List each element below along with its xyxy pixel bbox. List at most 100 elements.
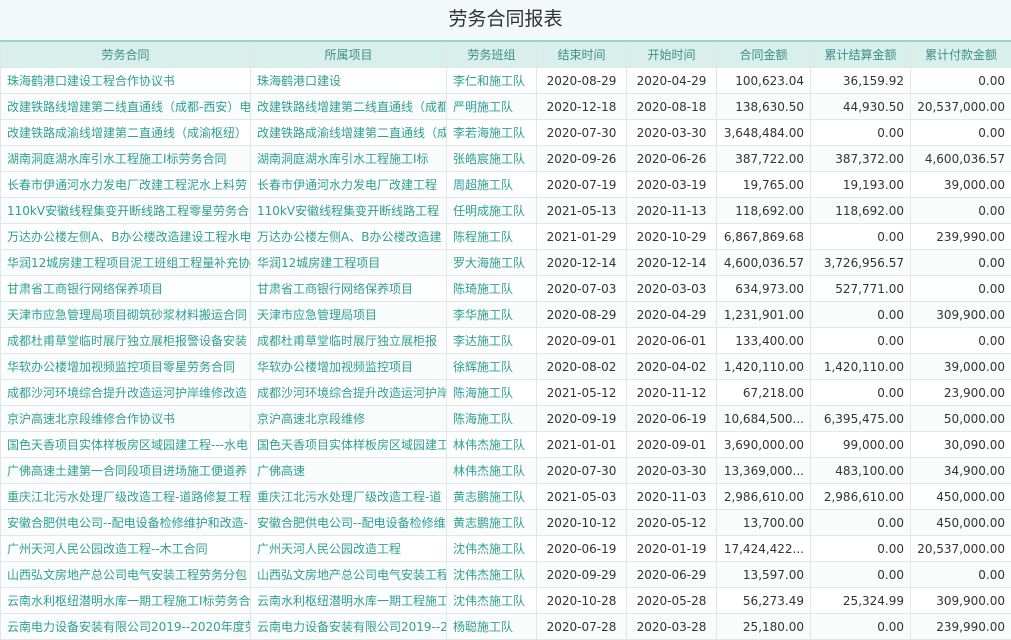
cell-team[interactable]: 林伟杰施工队 [446,431,537,458]
cell-team[interactable]: 杨聪施工队 [446,613,537,640]
cell-contract[interactable]: 珠海鹤港口建设工程合作协议书 [0,67,251,94]
cell-project[interactable]: 成都杜甫草堂临时展厅独立展柜报 [250,327,447,354]
table-row[interactable]: 成都沙河环境综合提升改造运河护岸维修改造 成都沙河环境综合提升改造运河护岸 陈海施工… [0,379,1011,406]
table-row[interactable]: 广州天河人民公园改造工程--木工合同 广州天河人民公园改造工程 沈伟杰施工队 2020… [0,535,1011,562]
table-row[interactable]: 成都杜甫草堂临时展厅独立展柜报警设备安装 成都杜甫草堂临时展厅独立展柜报 李达施工队… [0,327,1011,354]
cell-project[interactable]: 华润12城房建工程项目 [250,249,447,276]
cell-team[interactable]: 任明成施工队 [446,197,537,224]
cell-project[interactable]: 广佛高速 [250,457,447,484]
cell-team[interactable]: 李达施工队 [446,327,537,354]
cell-contract[interactable]: 110kV安徽线程集变开断线路工程零星劳务合 [0,197,251,224]
table-row[interactable]: 万达办公楼左侧A、B办公楼改造建设工程水电 万达办公楼左侧A、B办公楼改造建 陈程施… [0,223,1011,250]
table-row[interactable]: 珠海鹤港口建设工程合作协议书 珠海鹤港口建设 李仁和施工队 2020-08-29 202… [0,67,1011,94]
cell-project[interactable]: 京沪高速北京段维修 [250,405,447,432]
cell-team[interactable]: 周超施工队 [446,171,537,198]
cell-project[interactable]: 成都沙河环境综合提升改造运河护岸 [250,379,447,406]
cell-contract[interactable]: 改建铁路成渝线增建第二直通线（成渝枢纽） [0,119,251,146]
cell-project[interactable]: 万达办公楼左侧A、B办公楼改造建 [250,223,447,250]
cell-team[interactable]: 李若海施工队 [446,119,537,146]
cell-contract[interactable]: 京沪高速北京段维修合作协议书 [0,405,251,432]
table-row[interactable]: 山西弘文房地产总公司电气安装工程劳务分包 山西弘文房地产总公司电气安装工程 沈伟杰施… [0,561,1011,588]
cell-team[interactable]: 陈海施工队 [446,405,537,432]
table-row[interactable]: 110kV安徽线程集变开断线路工程零星劳务合 110kV安徽线程集变开断线路工程任… [0,197,1011,224]
cell-team[interactable]: 沈伟杰施工队 [446,535,537,562]
cell-project[interactable]: 重庆江北污水处理厂级改造工程-道 [250,483,447,510]
table-row[interactable]: 国色天香项目实体样板房区域园建工程---水电 国色天香项目实体样板房区域园建工 林伟… [0,431,1011,458]
column-header-settled-amount[interactable]: 累计结算金额 [810,40,911,68]
cell-contract[interactable]: 安徽合肥供电公司--配电设备检修维护和改造- [0,509,251,536]
cell-team[interactable]: 李仁和施工队 [446,67,537,94]
cell-team[interactable]: 陈海施工队 [446,379,537,406]
cell-contract[interactable]: 云南水利枢纽潜明水库一期工程施工I标劳务合 [0,587,251,614]
cell-contract[interactable]: 国色天香项目实体样板房区域园建工程---水电 [0,431,251,458]
cell-contract[interactable]: 广佛高速土建第一合同段项目进场施工便道养 [0,457,251,484]
table-row[interactable]: 云南水利枢纽潜明水库一期工程施工I标劳务合 云南水利枢纽潜明水库一期工程施工 沈伟杰… [0,587,1011,614]
cell-contract[interactable]: 山西弘文房地产总公司电气安装工程劳务分包 [0,561,251,588]
cell-project[interactable]: 云南水利枢纽潜明水库一期工程施工 [250,587,447,614]
column-header-start-date[interactable]: 开始时间 [626,40,717,68]
cell-project[interactable]: 改建铁路成渝线增建第二直通线（成 [250,119,447,146]
column-header-end-date[interactable]: 结束时间 [536,40,627,68]
cell-team[interactable]: 陈程施工队 [446,223,537,250]
cell-contract[interactable]: 甘肃省工商银行网络保养项目 [0,275,251,302]
cell-contract[interactable]: 云南电力设备安装有限公司2019--2020年度劳 [0,613,251,640]
column-header-contract[interactable]: 劳务合同 [0,40,251,68]
table-row[interactable]: 京沪高速北京段维修合作协议书 京沪高速北京段维修 陈海施工队 2020-09-19 20… [0,405,1011,432]
cell-project[interactable]: 广州天河人民公园改造工程 [250,535,447,562]
cell-team[interactable]: 李华施工队 [446,301,537,328]
table-row[interactable]: 改建铁路成渝线增建第二直通线（成渝枢纽） 改建铁路成渝线增建第二直通线（成 李若海施… [0,119,1011,146]
cell-contract[interactable]: 湖南洞庭湖水库引水工程施工I标劳务合同 [0,145,251,172]
cell-project[interactable]: 湖南洞庭湖水库引水工程施工I标 [250,145,447,172]
column-header-contract-amount[interactable]: 合同金额 [716,40,811,68]
table-row[interactable]: 安徽合肥供电公司--配电设备检修维护和改造- 安徽合肥供电公司--配电设备检修维黄… [0,509,1011,536]
table-row[interactable]: 天津市应急管理局项目砌筑砂浆材料搬运合同 天津市应急管理局项目 李华施工队 2020-… [0,301,1011,328]
cell-project[interactable]: 甘肃省工商银行网络保养项目 [250,275,447,302]
column-header-team[interactable]: 劳务班组 [446,40,537,68]
table-row[interactable]: 湖南洞庭湖水库引水工程施工I标劳务合同 湖南洞庭湖水库引水工程施工I标 张皓宸施工队… [0,145,1011,172]
table-row[interactable]: 云南电力设备安装有限公司2019--2020年度劳 云南电力设备安装有限公司201… [0,613,1011,640]
cell-end-date: 2020-12-18 [536,93,627,120]
cell-contract[interactable]: 广州天河人民公园改造工程--木工合同 [0,535,251,562]
cell-project[interactable]: 安徽合肥供电公司--配电设备检修维 [250,509,447,536]
cell-team[interactable]: 徐辉施工队 [446,353,537,380]
cell-team[interactable]: 沈伟杰施工队 [446,587,537,614]
cell-project[interactable]: 改建铁路线增建第二线直通线（成都 [250,93,447,120]
table-row[interactable]: 改建铁路线增建第二线直通线（成都-西安）电 改建铁路线增建第二线直通线（成都 严明施… [0,93,1011,120]
cell-contract[interactable]: 天津市应急管理局项目砌筑砂浆材料搬运合同 [0,301,251,328]
cell-paid-amount: 309,900.00 [910,587,1011,614]
cell-contract[interactable]: 成都杜甫草堂临时展厅独立展柜报警设备安装 [0,327,251,354]
cell-project[interactable]: 天津市应急管理局项目 [250,301,447,328]
cell-contract-amount: 6,867,869.68 [716,223,811,250]
cell-contract[interactable]: 华润12城房建工程项目泥工班组工程量补充协 [0,249,251,276]
table-row[interactable]: 华软办公楼增加视频监控项目零星劳务合同 华软办公楼增加视频监控项目 徐辉施工队 202… [0,353,1011,380]
cell-contract[interactable]: 万达办公楼左侧A、B办公楼改造建设工程水电 [0,223,251,250]
cell-start-date: 2020-04-02 [626,353,717,380]
column-header-project[interactable]: 所属项目 [250,40,447,68]
table-row[interactable]: 甘肃省工商银行网络保养项目 甘肃省工商银行网络保养项目 陈琦施工队 2020-07-0… [0,275,1011,302]
table-row[interactable]: 华润12城房建工程项目泥工班组工程量补充协 华润12城房建工程项目 罗大海施工队 20… [0,249,1011,276]
column-header-paid-amount[interactable]: 累计付款金额 [910,40,1011,68]
cell-contract[interactable]: 改建铁路线增建第二线直通线（成都-西安）电 [0,93,251,120]
cell-contract[interactable]: 重庆江北污水处理厂级改造工程-道路修复工程 [0,483,251,510]
cell-project[interactable]: 山西弘文房地产总公司电气安装工程 [250,561,447,588]
cell-team[interactable]: 黄志鹏施工队 [446,483,537,510]
cell-project[interactable]: 长春市伊通河水力发电厂改建工程 [250,171,447,198]
table-row[interactable]: 重庆江北污水处理厂级改造工程-道路修复工程 重庆江北污水处理厂级改造工程-道 黄志鹏… [0,483,1011,510]
cell-team[interactable]: 陈琦施工队 [446,275,537,302]
cell-project[interactable]: 国色天香项目实体样板房区域园建工 [250,431,447,458]
cell-team[interactable]: 严明施工队 [446,93,537,120]
cell-team[interactable]: 林伟杰施工队 [446,457,537,484]
cell-contract[interactable]: 成都沙河环境综合提升改造运河护岸维修改造 [0,379,251,406]
cell-team[interactable]: 黄志鹏施工队 [446,509,537,536]
cell-project[interactable]: 云南电力设备安装有限公司2019--2 [250,613,447,640]
cell-project[interactable]: 华软办公楼增加视频监控项目 [250,353,447,380]
cell-team[interactable]: 张皓宸施工队 [446,145,537,172]
table-row[interactable]: 广佛高速土建第一合同段项目进场施工便道养 广佛高速 林伟杰施工队 2020-07-30… [0,457,1011,484]
table-row[interactable]: 长春市伊通河水力发电厂改建工程泥水上料劳 长春市伊通河水力发电厂改建工程 周超施工队… [0,171,1011,198]
cell-project[interactable]: 珠海鹤港口建设 [250,67,447,94]
cell-contract[interactable]: 华软办公楼增加视频监控项目零星劳务合同 [0,353,251,380]
cell-contract[interactable]: 长春市伊通河水力发电厂改建工程泥水上料劳 [0,171,251,198]
cell-team[interactable]: 沈伟杰施工队 [446,561,537,588]
cell-team[interactable]: 罗大海施工队 [446,249,537,276]
cell-project[interactable]: 110kV安徽线程集变开断线路工程 [250,197,447,224]
